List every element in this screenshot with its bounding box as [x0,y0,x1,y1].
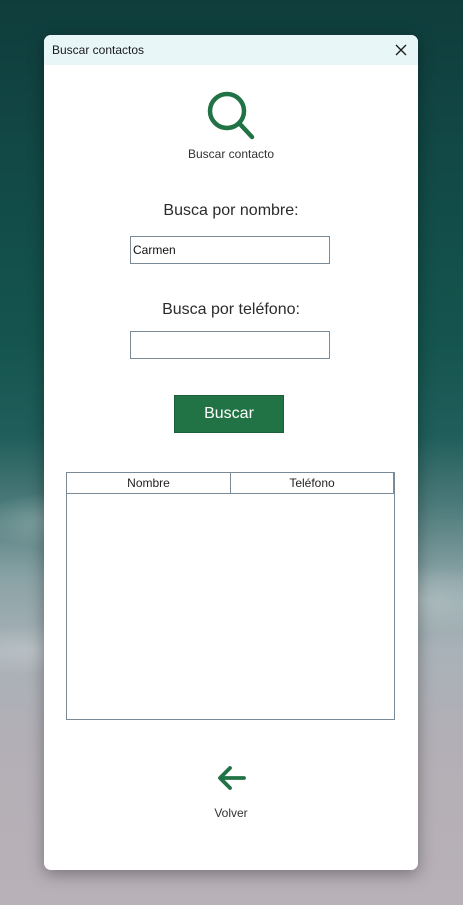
phone-label: Busca por teléfono: [162,301,300,318]
arrow-left-icon[interactable] [216,763,248,793]
phone-input[interactable] [130,331,330,359]
close-icon [395,44,407,56]
title-bar: Buscar contactos [44,35,418,65]
search-caption: Buscar contacto [187,147,275,161]
results-table[interactable]: Nombre Teléfono [66,472,395,720]
close-button[interactable] [388,37,414,63]
name-label: Busca por nombre: [163,202,299,219]
column-header-phone[interactable]: Teléfono [231,473,394,493]
column-header-name[interactable]: Nombre [67,473,231,493]
search-icon [207,91,255,140]
search-contacts-window: Buscar contactos Buscar contacto Busca p… [44,35,418,870]
name-input[interactable] [130,236,330,264]
back-label[interactable]: Volver [44,806,418,820]
window-title: Buscar contactos [52,43,145,57]
search-button[interactable]: Buscar [174,395,284,433]
results-body[interactable] [67,494,394,719]
results-header: Nombre Teléfono [67,473,394,494]
